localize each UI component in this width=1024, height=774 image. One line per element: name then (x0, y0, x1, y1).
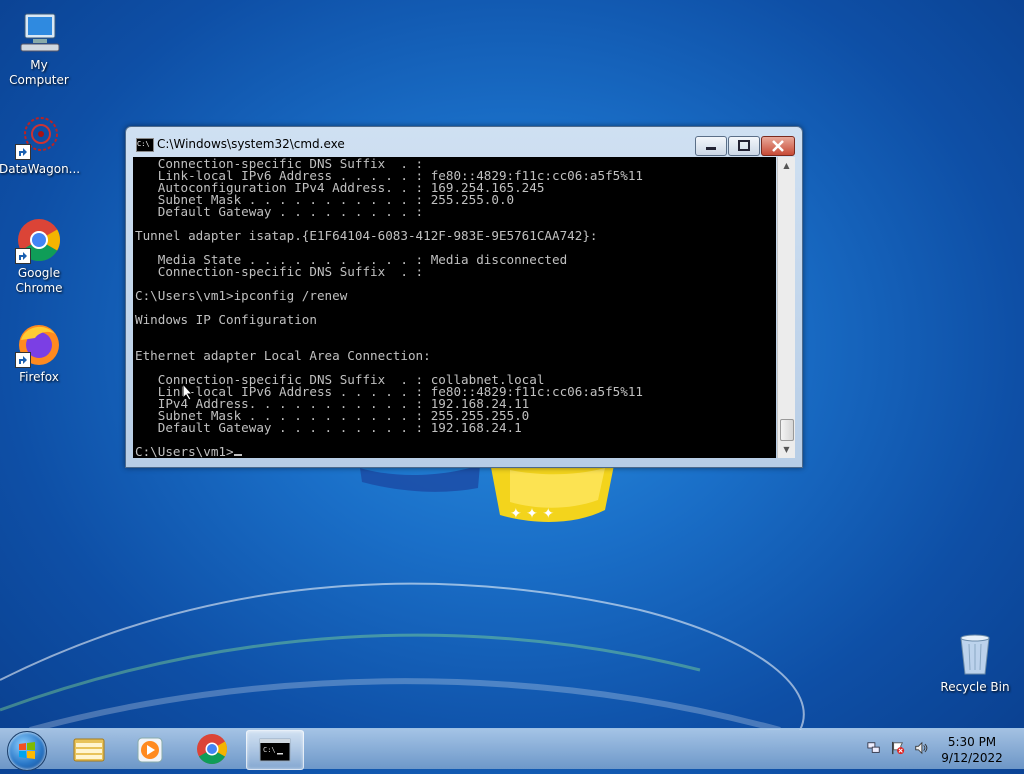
chrome-icon (15, 216, 63, 264)
console-line: Tunnel adapter isatap.{E1F64104-6083-412… (135, 228, 598, 243)
text-cursor (233, 454, 242, 456)
recycle-bin-icon (951, 630, 999, 678)
svg-text:C:\: C:\ (263, 746, 276, 754)
media-player-icon (137, 737, 163, 763)
desktop-icon-label: Firefox (19, 370, 59, 384)
chrome-icon (197, 734, 228, 765)
console-prompt: C:\Users\vm1> (135, 444, 234, 458)
clock-date: 9/12/2022 (941, 751, 1003, 765)
cmd-window[interactable]: C:\ C:\Windows\system32\cmd.exe Connecti… (125, 126, 803, 468)
datawagon-icon (15, 112, 63, 160)
taskbar-media-player-button[interactable] (122, 730, 178, 768)
desktop-icon-firefox[interactable]: Firefox (0, 320, 79, 385)
desktop-icon-label: My Computer (9, 58, 69, 87)
desktop-icon-my-computer[interactable]: My Computer (0, 8, 79, 88)
computer-icon (15, 8, 63, 56)
console-line: Windows IP Configuration (135, 312, 317, 327)
console-line: Connection-specific DNS Suffix . : (135, 264, 424, 279)
maximize-icon (738, 140, 750, 151)
start-button[interactable] (7, 731, 47, 771)
desktop-icon-datawagon[interactable]: DataWagon... (0, 112, 81, 177)
desktop-icon-label: DataWagon... (0, 162, 81, 176)
scroll-down-arrow-icon[interactable]: ▼ (779, 442, 794, 457)
window-title: C:\Windows\system32\cmd.exe (157, 137, 345, 151)
cmd-titlebar[interactable]: C:\ C:\Windows\system32\cmd.exe (126, 127, 802, 157)
desktop-icon-google-chrome[interactable]: Google Chrome (0, 216, 79, 296)
taskbar-explorer-button[interactable] (61, 730, 117, 768)
console-line: C:\Users\vm1>ipconfig /renew (135, 288, 348, 303)
scrollbar-thumb[interactable] (780, 419, 794, 441)
cmd-icon: C:\ (259, 738, 291, 762)
console-line: Ethernet adapter Local Area Connection: (135, 348, 431, 363)
network-icon[interactable] (867, 741, 881, 755)
cmd-window-icon: C:\ (136, 138, 154, 152)
action-center-flag-icon[interactable] (891, 741, 905, 755)
shortcut-arrow-icon (15, 144, 31, 160)
taskbar-cmd-button[interactable]: C:\ (246, 730, 304, 770)
shortcut-arrow-icon (15, 248, 31, 264)
mouse-pointer-icon (182, 383, 194, 401)
desktop-icon-label: Google Chrome (15, 266, 63, 295)
clock-time: 5:30 PM (947, 735, 997, 749)
close-icon (772, 140, 784, 152)
scroll-up-arrow-icon[interactable]: ▲ (779, 158, 794, 173)
console-line: Default Gateway . . . . . . . . . : (135, 204, 424, 219)
desktop-icon-label: Recycle Bin (940, 680, 1010, 694)
maximize-button[interactable] (728, 136, 760, 156)
console-text: Connection-specific DNS Suffix . : Link-… (133, 157, 776, 458)
console-line: Default Gateway . . . . . . . . . : 192.… (135, 420, 522, 435)
console-output[interactable]: Connection-specific DNS Suffix . : Link-… (133, 157, 776, 458)
vertical-scrollbar[interactable]: ▲ ▼ (777, 157, 795, 458)
wallpaper-swoosh (0, 582, 805, 730)
firefox-icon (15, 320, 63, 368)
svg-text:✦ ✦ ✦: ✦ ✦ ✦ (510, 506, 554, 522)
taskbar: C:\ 5:30 PM 9/12/2022 (0, 728, 1024, 771)
system-clock[interactable]: 5:30 PM 9/12/2022 (924, 734, 1020, 766)
minimize-icon (706, 147, 716, 150)
windows-logo-icon (19, 742, 35, 759)
windows-explorer-icon (73, 738, 105, 762)
close-button[interactable] (761, 136, 795, 156)
taskbar-chrome-button[interactable] (184, 730, 240, 768)
desktop-icon-recycle-bin[interactable]: Recycle Bin (935, 630, 1015, 695)
shortcut-arrow-icon (15, 352, 31, 368)
minimize-button[interactable] (695, 136, 727, 156)
